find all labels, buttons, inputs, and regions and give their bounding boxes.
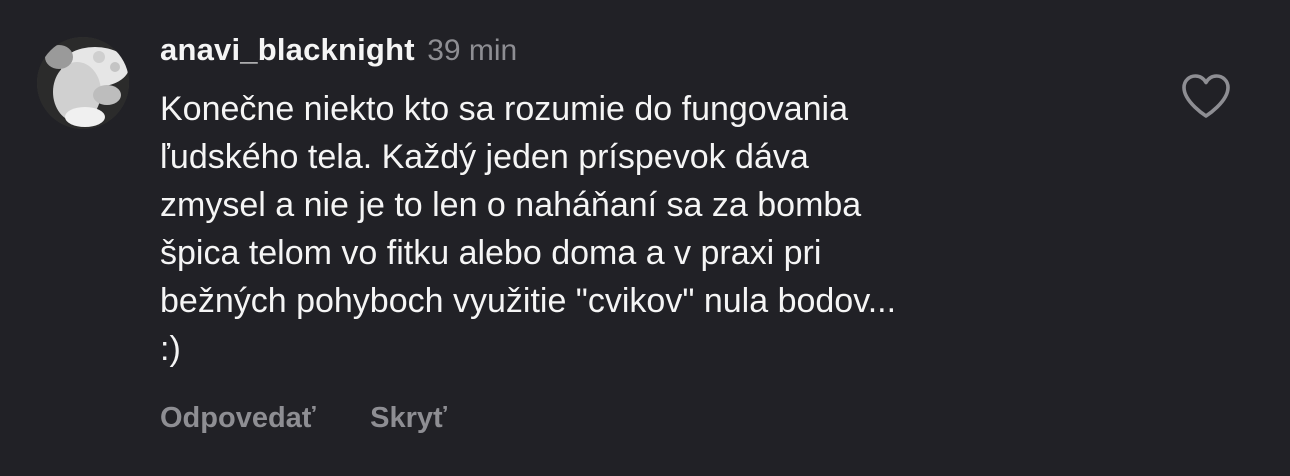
- username[interactable]: anavi_blacknight: [160, 32, 415, 67]
- comment-text-line: bežných pohyboch využitie "cvikov" nula …: [160, 282, 897, 320]
- comment-text-line: :): [160, 330, 181, 368]
- avatar-image: [37, 37, 129, 129]
- comment-timestamp: 39 min: [427, 34, 518, 67]
- comment-actions: Odpovedať Skryť: [160, 398, 447, 443]
- comment-text-line: Konečne niekto kto sa rozumie do fungova…: [160, 90, 849, 128]
- hide-button[interactable]: Skryť: [370, 398, 447, 438]
- avatar[interactable]: [37, 37, 129, 129]
- comment-text-line: ľudského tela. Každý jeden príspevok dáv…: [160, 138, 809, 176]
- reply-button[interactable]: Odpovedať: [160, 398, 316, 438]
- comment-header: anavi_blacknight 39 min: [160, 30, 517, 76]
- like-button[interactable]: [1180, 72, 1232, 120]
- comment-item: anavi_blacknight 39 min Konečne niekto k…: [0, 0, 1290, 476]
- comment-text-line: špica telom vo fitku alebo doma a v prax…: [160, 234, 822, 272]
- comment-text: Konečne niekto kto sa rozumie do fungova…: [160, 85, 1140, 373]
- comment-text-line: zmysel a nie je to len o naháňaní sa za …: [160, 186, 862, 224]
- heart-outline-icon: [1182, 74, 1230, 118]
